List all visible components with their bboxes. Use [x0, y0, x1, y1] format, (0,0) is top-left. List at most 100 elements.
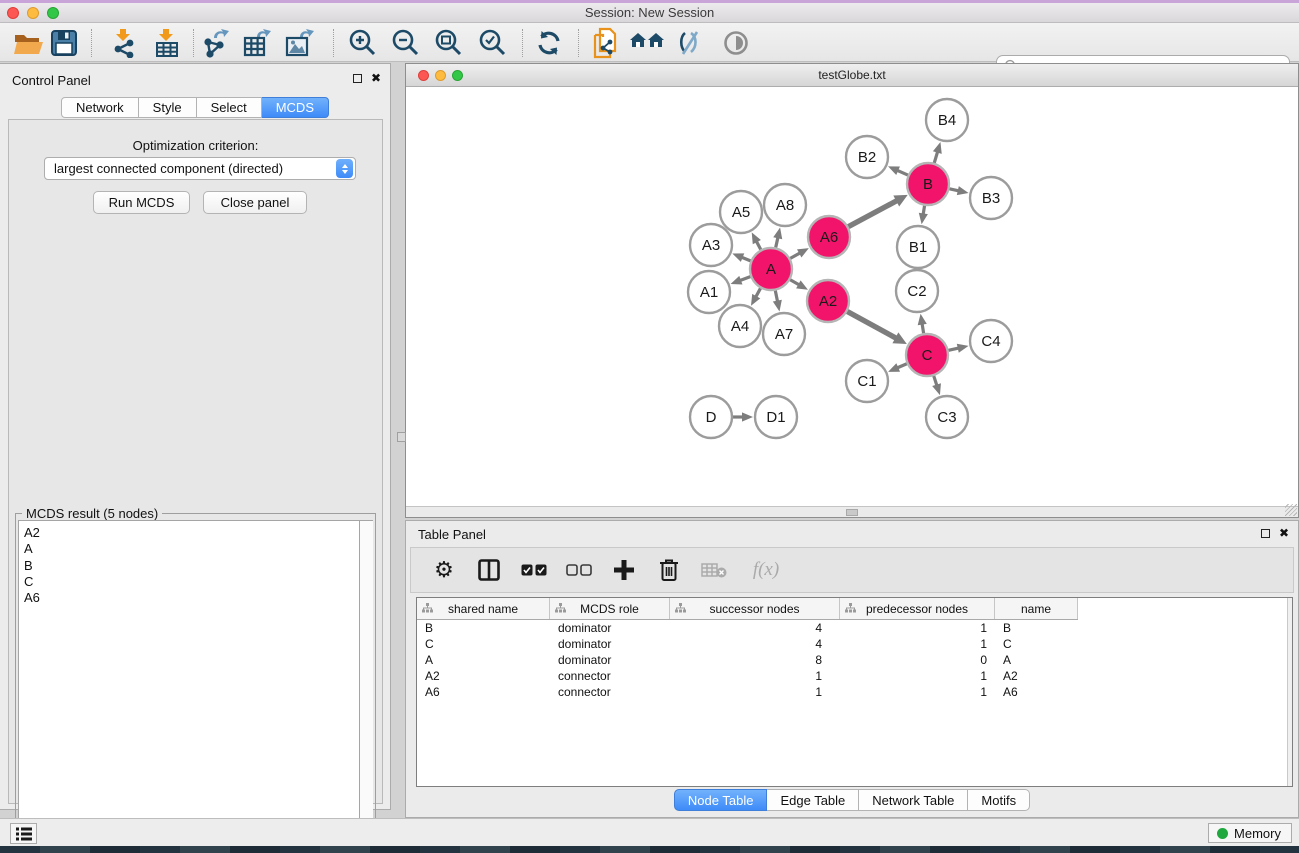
network-window-titlebar[interactable]: testGlobe.txt: [406, 64, 1298, 87]
column-header-successor-nodes[interactable]: successor nodes: [670, 598, 840, 619]
export-image-button[interactable]: [283, 27, 317, 59]
left-split-divider-handle[interactable]: [397, 432, 406, 442]
result-item[interactable]: C: [24, 574, 360, 590]
minimize-network-window-button[interactable]: [435, 70, 446, 81]
export-network-button[interactable]: [200, 27, 234, 59]
refresh-button[interactable]: [532, 27, 566, 59]
import-table-button[interactable]: [150, 27, 184, 59]
zoom-out-button[interactable]: [388, 27, 422, 59]
column-header-MCDS-role[interactable]: MCDS role: [550, 598, 670, 619]
window-resize-grip[interactable]: [1285, 504, 1297, 516]
graph-node-C1[interactable]: C1: [846, 360, 888, 402]
home-button[interactable]: [630, 27, 664, 59]
close-panel-button[interactable]: Close panel: [203, 191, 307, 214]
deselect-all-button[interactable]: [564, 555, 594, 585]
graph-node-A8[interactable]: A8: [764, 184, 806, 226]
result-item[interactable]: A: [24, 541, 360, 557]
graph-node-A4[interactable]: A4: [719, 305, 761, 347]
tab-node-table[interactable]: Node Table: [674, 789, 768, 811]
close-panel-icon[interactable]: ✖: [371, 73, 381, 83]
tab-motifs[interactable]: Motifs: [968, 789, 1030, 811]
zoom-in-button[interactable]: [345, 27, 379, 59]
graph-node-B4[interactable]: B4: [926, 99, 968, 141]
graph-node-C[interactable]: C: [906, 334, 948, 376]
eye-button[interactable]: [719, 27, 753, 59]
graph-edge-A6-B[interactable]: [848, 200, 898, 227]
zoom-fit-button[interactable]: [431, 27, 465, 59]
minimize-window-button[interactable]: [27, 7, 39, 19]
result-item[interactable]: A2: [24, 525, 360, 541]
table-settings-button[interactable]: ⚙: [429, 555, 459, 585]
result-item[interactable]: B: [24, 558, 360, 574]
close-table-panel-icon[interactable]: ✖: [1279, 528, 1289, 538]
open-session-button[interactable]: [11, 27, 45, 59]
mcds-result-list[interactable]: A2ABCA6: [18, 520, 361, 850]
table-row-A6[interactable]: A6connector11A6: [417, 684, 1078, 700]
result-item[interactable]: A6: [24, 590, 360, 606]
memory-button[interactable]: Memory: [1208, 823, 1292, 843]
select-all-button[interactable]: [519, 555, 549, 585]
float-table-panel-icon[interactable]: [1261, 529, 1270, 538]
clone-network-button[interactable]: [588, 27, 622, 59]
table-row-A[interactable]: Adominator80A: [417, 652, 1078, 668]
node-table[interactable]: shared nameMCDS rolesuccessor nodesprede…: [416, 597, 1293, 787]
table-cell: dominator: [550, 653, 670, 667]
graph-node-A7[interactable]: A7: [763, 313, 805, 355]
table-vertical-scrollbar[interactable]: [1287, 598, 1292, 786]
delete-column-button[interactable]: [654, 555, 684, 585]
graph-node-A[interactable]: A: [750, 248, 792, 290]
table-row-C[interactable]: Cdominator41C: [417, 636, 1078, 652]
graph-node-D[interactable]: D: [690, 396, 732, 438]
tab-select[interactable]: Select: [197, 97, 262, 118]
graphics-details-button[interactable]: [673, 27, 707, 59]
graph-node-A5[interactable]: A5: [720, 191, 762, 233]
import-network-button[interactable]: [107, 27, 141, 59]
column-header-predecessor-nodes[interactable]: predecessor nodes: [840, 598, 995, 619]
tab-style[interactable]: Style: [139, 97, 197, 118]
graph-node-B3[interactable]: B3: [970, 177, 1012, 219]
graph-node-A6[interactable]: A6: [808, 216, 850, 258]
network-canvas[interactable]: A A1 A2 A3 A4 A5 A6 A7 A8 B B1 B2 B3B4 C C1 C2 C3C4 D D1: [406, 87, 1298, 506]
control-panel-header: Control Panel ✖: [0, 64, 390, 94]
graph-node-A2[interactable]: A2: [807, 280, 849, 322]
float-panel-icon[interactable]: [353, 74, 362, 83]
graph-node-label: A: [766, 261, 776, 278]
function-builder-button[interactable]: f(x): [744, 555, 788, 585]
close-window-button[interactable]: [7, 7, 19, 19]
table-row-A2[interactable]: A2connector11A2: [417, 668, 1078, 684]
add-column-button[interactable]: [609, 555, 639, 585]
run-mcds-button[interactable]: Run MCDS: [93, 191, 190, 214]
graph-node-A1[interactable]: A1: [688, 271, 730, 313]
delete-table-button[interactable]: [699, 555, 729, 585]
result-list-scrollbar[interactable]: [359, 520, 373, 850]
task-history-button[interactable]: [10, 823, 37, 844]
close-network-window-button[interactable]: [418, 70, 429, 81]
tab-mcds[interactable]: MCDS: [262, 97, 329, 118]
graph-node-C4[interactable]: C4: [970, 320, 1012, 362]
maximize-network-window-button[interactable]: [452, 70, 463, 81]
tab-network[interactable]: Network: [61, 97, 139, 118]
status-bar: Memory: [0, 818, 1299, 846]
graph-edge-arrowhead: [731, 276, 743, 285]
graph-node-D1[interactable]: D1: [755, 396, 797, 438]
graph-node-A3[interactable]: A3: [690, 224, 732, 266]
column-header-shared-name[interactable]: shared name: [417, 598, 550, 619]
graph-node-B1[interactable]: B1: [897, 226, 939, 268]
criterion-select[interactable]: largest connected component (directed): [44, 157, 356, 180]
split-divider-handle[interactable]: [846, 509, 858, 516]
maximize-window-button[interactable]: [47, 7, 59, 19]
graph-edge-A2-C[interactable]: [847, 312, 897, 339]
graph-node-B2[interactable]: B2: [846, 136, 888, 178]
graph-node-B[interactable]: B: [907, 163, 949, 205]
table-row-B[interactable]: Bdominator41B: [417, 620, 1078, 636]
graph-node-C3[interactable]: C3: [926, 396, 968, 438]
export-table-button[interactable]: [241, 27, 275, 59]
graph-node-C2[interactable]: C2: [896, 270, 938, 312]
tab-edge-table[interactable]: Edge Table: [767, 789, 859, 811]
column-view-button[interactable]: [474, 555, 504, 585]
zoom-selected-button[interactable]: [475, 27, 509, 59]
network-graph[interactable]: A A1 A2 A3 A4 A5 A6 A7 A8 B B1 B2 B3B4 C C1 C2 C3C4 D D1: [406, 87, 1298, 506]
save-session-button[interactable]: [47, 27, 81, 59]
column-header-name[interactable]: name: [995, 598, 1078, 619]
tab-network-table[interactable]: Network Table: [859, 789, 968, 811]
